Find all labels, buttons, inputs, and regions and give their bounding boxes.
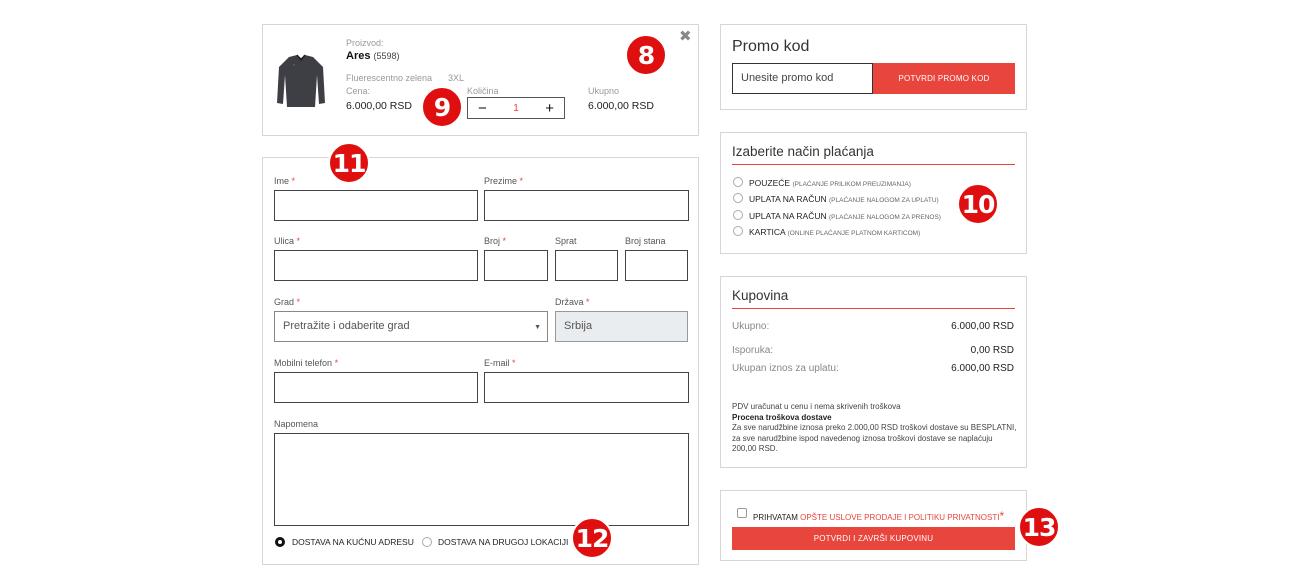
number-input[interactable]: [484, 250, 548, 281]
annotation-marker-9: 9: [421, 86, 463, 128]
last-name-label: Prezime *: [484, 176, 524, 186]
payment-option-transfer2-radio[interactable]: [733, 210, 743, 220]
city-placeholder: Pretražite i odaberite grad: [283, 320, 410, 332]
apply-promo-button[interactable]: POTVRDI PROMO KOD: [873, 63, 1015, 94]
shipping-form: Ime * Prezime * Ulica * Broj * Sprat Bro…: [262, 157, 699, 565]
annotation-marker-8: 8: [625, 34, 667, 76]
confirm-order-button[interactable]: POTVRDI I ZAVRŠI KUPOVINU: [732, 527, 1015, 550]
last-name-input[interactable]: [484, 190, 689, 221]
grand-total-value: 6.000,00 RSD: [951, 363, 1014, 374]
shipping-note: PDV uračunat u cenu i nema skrivenih tro…: [732, 402, 1017, 455]
item-total-value: 6.000,00 RSD: [588, 100, 654, 112]
promo-title: Promo kod: [732, 38, 810, 55]
subtotal-value: 6.000,00 RSD: [951, 321, 1014, 332]
payment-title-underline: [732, 164, 1015, 165]
product-name: Ares: [346, 50, 371, 62]
shipping-label: Isporuka:: [732, 345, 774, 356]
summary-title-underline: [732, 308, 1015, 309]
product-code: (5598): [373, 51, 400, 61]
product-color: Fluerescentno zelena: [346, 73, 433, 83]
delivery-other-radio[interactable]: [422, 537, 432, 547]
order-summary-card: Kupovina Ukupno: 6.000,00 RSD Isporuka: …: [720, 276, 1027, 468]
number-label: Broj *: [484, 236, 507, 246]
apartment-input[interactable]: [625, 250, 688, 281]
payment-option-card-radio[interactable]: [733, 226, 743, 236]
product-image[interactable]: [275, 53, 327, 109]
price-value: 6.000,00 RSD: [346, 100, 412, 112]
delivery-home-radio[interactable]: [275, 537, 285, 547]
phone-label: Mobilni telefon *: [274, 358, 339, 368]
payment-option-transfer2[interactable]: UPLATA NA RAČUN (PLAĆANJE NALOGOM ZA PRE…: [749, 211, 941, 221]
floor-input[interactable]: [555, 250, 618, 281]
product-size: 3XL: [448, 73, 465, 83]
city-select[interactable]: Pretražite i odaberite grad ▼: [274, 311, 548, 342]
payment-title: Izaberite način plaćanja: [732, 144, 874, 159]
first-name-input[interactable]: [274, 190, 478, 221]
annotation-marker-13: 13: [1018, 506, 1060, 548]
payment-option-cod-radio[interactable]: [733, 177, 743, 187]
payment-option-transfer1-radio[interactable]: [733, 193, 743, 203]
note-label: Napomena: [274, 419, 319, 429]
remove-item-icon[interactable]: ✖: [679, 27, 692, 45]
delivery-home-label[interactable]: DOSTAVA NA KUĆNU ADRESU: [292, 537, 414, 547]
city-label: Grad *: [274, 297, 301, 307]
promo-placeholder: Unesite promo kod: [741, 72, 834, 84]
vat-note: PDV uračunat u cenu i nema skrivenih tro…: [732, 402, 901, 411]
accept-terms-label: PRIHVATAM OPŠTE USLOVE PRODAJE I POLITIK…: [753, 509, 1005, 523]
terms-card: PRIHVATAM OPŠTE USLOVE PRODAJE I POLITIK…: [720, 490, 1027, 561]
annotation-marker-11: 11: [328, 142, 370, 184]
payment-option-transfer1[interactable]: UPLATA NA RAČUN (PLAĆANJE NALOGOM ZA UPL…: [749, 194, 939, 204]
payment-option-cod[interactable]: POUZEĆE (PLAĆANJE PRILIKOM PREUZIMANJA): [749, 178, 911, 188]
caret-down-icon: ▼: [534, 324, 541, 331]
country-input: Srbija: [555, 311, 688, 342]
shipping-value: 0,00 RSD: [970, 345, 1014, 356]
grand-total-label: Ukupan iznos za uplatu:: [732, 363, 839, 374]
email-label: E-mail *: [484, 358, 516, 368]
payment-option-card[interactable]: KARTICA (ONLINE PLAĆANJE PLATNOM KARTICO…: [749, 227, 920, 237]
email-input[interactable]: [484, 372, 689, 403]
annotation-marker-10: 10: [957, 183, 999, 225]
subtotal-label: Ukupno:: [732, 321, 770, 332]
promo-code-input[interactable]: Unesite promo kod: [732, 63, 873, 94]
annotation-marker-12: 12: [571, 517, 613, 559]
promo-code-card: Promo kod Unesite promo kod POTVRDI PROM…: [720, 24, 1027, 110]
shipping-estimate-title: Procena troškova dostave: [732, 412, 832, 422]
country-value: Srbija: [564, 320, 593, 332]
delivery-other-label[interactable]: DOSTAVA NA DRUGOJ LOKACIJI: [438, 537, 568, 547]
street-label: Ulica *: [274, 236, 301, 246]
apartment-label: Broj stana: [625, 236, 666, 246]
shipping-estimate-text: Za sve narudžbine iznosa preko 2.000,00 …: [732, 423, 1017, 453]
street-input[interactable]: [274, 250, 478, 281]
quantity-stepper: − 1 +: [467, 97, 565, 119]
first-name-label: Ime *: [274, 176, 296, 186]
product-section-label: Proizvod:: [346, 38, 384, 48]
item-total-label: Ukupno: [588, 86, 620, 96]
floor-label: Sprat: [555, 236, 577, 246]
qty-value[interactable]: 1: [513, 103, 519, 114]
qty-minus-button[interactable]: −: [478, 101, 487, 116]
note-textarea[interactable]: [274, 433, 689, 526]
phone-input[interactable]: [274, 372, 478, 403]
qty-plus-button[interactable]: +: [545, 101, 554, 116]
summary-title: Kupovina: [732, 288, 789, 303]
accept-terms-checkbox[interactable]: [737, 508, 747, 518]
country-label: Država *: [555, 297, 590, 307]
product-title[interactable]: Ares (5598): [346, 50, 400, 62]
price-label: Cena:: [346, 86, 371, 96]
qty-label: Količina: [467, 86, 499, 96]
terms-link[interactable]: OPŠTE USLOVE PRODAJE I POLITIKU PRIVATNO…: [800, 513, 999, 522]
